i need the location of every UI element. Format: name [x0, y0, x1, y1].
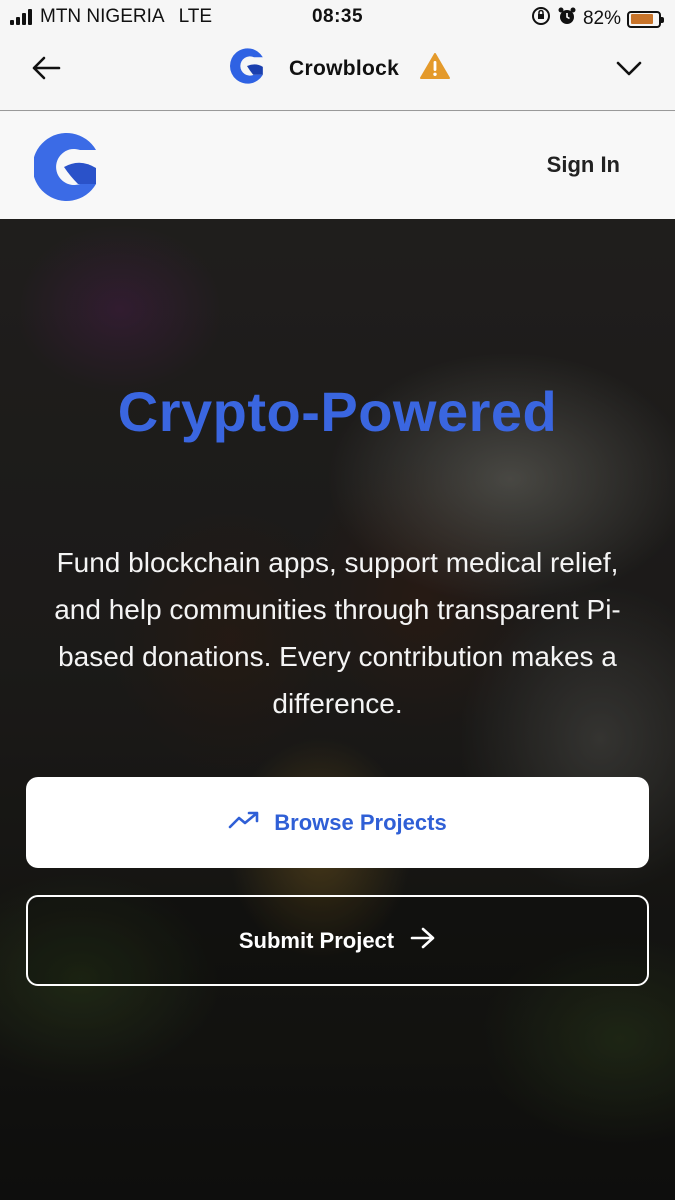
status-bar: MTN NIGERIA LTE 08:35 82%	[0, 0, 675, 34]
status-right: 82%	[531, 6, 664, 32]
site-favicon-icon	[225, 44, 269, 93]
arrow-right-icon	[410, 926, 436, 955]
submit-project-button[interactable]: Submit Project	[26, 895, 649, 986]
battery-percent: 82%	[582, 8, 621, 29]
site-identity[interactable]: Crowblock	[225, 44, 451, 93]
chevron-down-icon[interactable]	[613, 52, 645, 84]
battery-icon	[627, 10, 664, 28]
back-arrow-icon[interactable]	[28, 50, 64, 86]
browser-bar: Crowblock	[0, 34, 675, 111]
browse-projects-label: Browse Projects	[274, 809, 447, 835]
site-header: Sign In	[0, 112, 675, 219]
warning-icon[interactable]	[419, 52, 451, 85]
trending-up-icon	[228, 810, 260, 835]
site-name: Crowblock	[289, 56, 400, 80]
sign-in-link[interactable]: Sign In	[547, 152, 620, 178]
hero-description: Fund blockchain apps, support medical re…	[54, 547, 621, 719]
crowblock-logo[interactable]	[32, 130, 100, 209]
alarm-icon	[557, 6, 577, 32]
hero-headline: Crypto-Powered	[117, 380, 558, 443]
hero-section: Crypto-Powered Fund blockchain apps, sup…	[0, 219, 675, 1200]
orientation-lock-icon	[531, 6, 551, 32]
browse-projects-button[interactable]: Browse Projects	[26, 777, 649, 868]
submit-project-label: Submit Project	[238, 927, 395, 953]
